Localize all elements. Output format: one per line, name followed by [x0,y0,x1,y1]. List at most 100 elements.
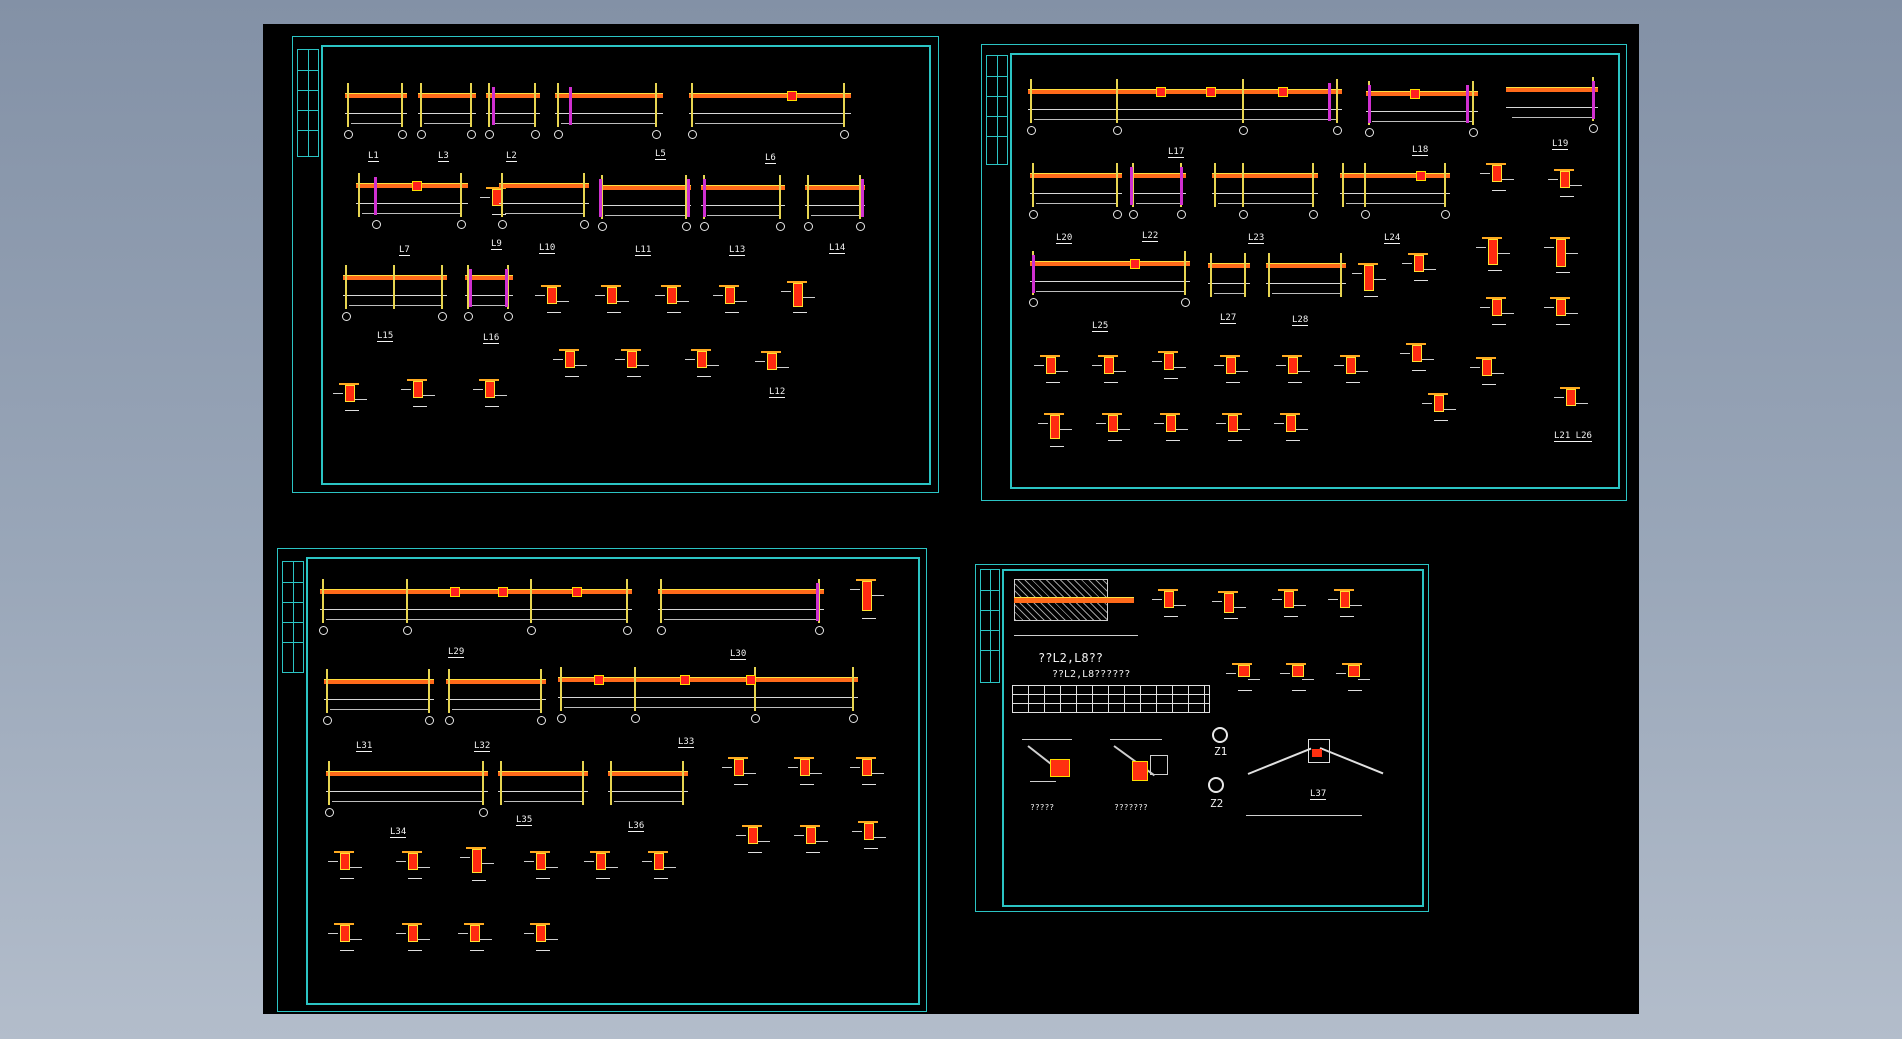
beam-L23 [1212,163,1318,219]
sheet-4-heading: ??L2,L8?? [1038,651,1104,665]
sheet-4-table-caption: ??L2,L8?????? [1052,669,1131,680]
sheet-4-title-block [980,569,1000,683]
label-L28: L28 [1292,315,1309,326]
drawing-sheet-3[interactable]: L29 L30 L31 L32 L33 L34 L35 L36 [277,548,927,1012]
section-s3-i [396,849,432,883]
label-L29: L29 [448,647,465,658]
section-s3-h [328,849,364,883]
beam-L7 [356,173,468,229]
section-s2-p [1470,355,1506,389]
section-s2-d [1548,167,1584,201]
beam-L37-arch [1247,733,1388,783]
label-L14: L14 [829,243,846,254]
beam-L15 [342,265,447,321]
sheet-3-title-block [282,561,304,673]
label-L18: L18 [1412,145,1429,156]
beam-L1 [344,83,407,139]
beam-L24 [1340,163,1450,219]
drawing-sheet-1[interactable]: L1 L3 L2 L5 L6 L7 L9 L10 L11 L13 L14 L15… [292,36,939,493]
section-s1-h [685,347,721,381]
section-s2-m [1276,353,1312,387]
beam-L5 [554,83,663,139]
section-s3-d [850,755,886,789]
beam-L13 [700,175,785,231]
section-s2-v [1422,391,1458,425]
section-s2-t [1216,411,1252,445]
beam-schedule-table [1012,685,1210,713]
section-s2-o [1400,341,1436,375]
beam-L14 [804,175,865,231]
section-s1-k [473,377,509,411]
label-L23: L23 [1248,233,1265,244]
label-L20: L20 [1056,233,1073,244]
beam-L6 [688,83,851,139]
beam-L25 [1029,251,1190,307]
label-L5: L5 [655,149,666,160]
sheet-4-note-line [1246,815,1362,816]
section-s2-a [1352,261,1388,297]
beam-L2 [485,83,540,139]
section-s4-d [1328,587,1364,621]
beam-L16 [464,265,513,321]
label-L15: L15 [377,331,394,342]
section-s2-q [1038,411,1074,447]
section-s4-g [1336,661,1372,695]
label-L1: L1 [368,151,379,162]
drawing-sheet-2[interactable]: L17 L18 L19 L20 L22 L23 L24 L25 L27 L28 … [981,44,1627,501]
cad-model-space[interactable]: L1 L3 L2 L5 L6 L7 L9 L10 L11 L13 L14 L15… [263,24,1639,1014]
bent-detail-mid [1106,735,1186,789]
section-s1-j [401,377,437,411]
detail-beam-bar [1014,597,1134,603]
beam-L34 [325,761,488,817]
beam-L29 [319,579,632,635]
section-L12 [755,349,791,383]
section-s3-c [788,755,824,789]
beam-L36 [608,761,688,817]
label-L16: L16 [483,333,500,344]
label-L3: L3 [438,151,449,162]
section-s3-n [328,921,364,955]
beam-L11 [598,175,691,231]
beam-L33 [557,667,858,723]
label-L37: L37 [1310,789,1327,800]
label-L12: L12 [769,387,786,398]
drawing-sheet-4[interactable]: ??L2,L8?? ??L2,L8?????? ????? ??????? Z1… [975,564,1429,912]
beam-L31 [323,669,434,725]
label-L13: L13 [729,245,746,256]
bent-detail-left [1014,735,1084,785]
beam-L35 [498,761,588,817]
column-z1-circle [1212,727,1228,743]
label-z2: Z2 [1210,797,1224,810]
section-s4-b [1212,589,1248,623]
sheet-2-title-block [986,55,1008,165]
section-s3-p [458,921,494,955]
beam-L3 [417,83,476,139]
label-z1: Z1 [1214,745,1228,758]
app-window: { "colors": { "background": "#000000", "… [0,0,1902,1039]
section-s3-e [736,823,772,857]
label-L6: L6 [765,153,776,164]
section-s3-g [852,819,888,853]
section-s4-e [1226,661,1262,695]
section-s2-s [1154,411,1190,445]
label-L36: L36 [628,821,645,832]
label-L33: L33 [678,737,695,748]
section-s3-k [524,849,560,883]
label-L30: L30 [730,649,747,660]
section-s3-a [850,577,886,619]
section-s2-u [1274,411,1310,445]
section-s4-f [1280,661,1316,695]
sub-caption-left: ????? [1030,803,1055,812]
beam-L19 [1506,77,1598,133]
label-L27: L27 [1220,313,1237,324]
beam-L28 [1266,253,1346,309]
section-s3-q [524,921,560,955]
label-L22: L22 [1142,231,1159,242]
section-s2-k [1152,349,1188,383]
section-s2-r [1096,411,1132,445]
label-L31: L31 [356,741,373,752]
section-s1-c [655,283,691,317]
section-s1-b [595,283,631,317]
label-L10: L10 [539,243,556,254]
label-L24: L24 [1384,233,1401,244]
